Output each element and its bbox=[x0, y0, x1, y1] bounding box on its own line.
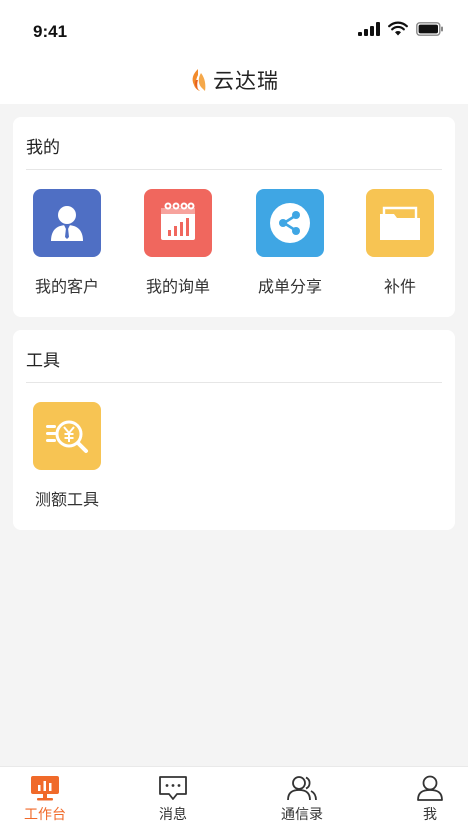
tile-label: 补件 bbox=[383, 277, 416, 296]
inquiry-chart-icon bbox=[144, 189, 212, 257]
message-icon bbox=[159, 776, 187, 800]
section-title: 我的 bbox=[26, 138, 60, 158]
share-icon bbox=[256, 189, 324, 257]
cellular-signal-icon bbox=[358, 21, 380, 36]
app-name: 云达瑞 bbox=[213, 69, 279, 93]
tile-label: 测额工具 bbox=[34, 490, 99, 509]
my-customers-button[interactable]: 我的客户 bbox=[22, 189, 112, 297]
flame-logo-icon bbox=[192, 69, 206, 91]
tab-label: 我 bbox=[423, 807, 437, 823]
tab-me[interactable]: 我 bbox=[385, 775, 468, 824]
status-time: 9:41 bbox=[33, 22, 68, 41]
mine-section: 我的 我的客户 我的询单 成单分享 补件 bbox=[13, 117, 455, 317]
status-bar: 9:41 bbox=[0, 0, 468, 56]
credit-check-icon bbox=[33, 402, 101, 470]
deal-share-button[interactable]: 成单分享 bbox=[245, 189, 335, 297]
folder-icon bbox=[366, 189, 434, 257]
my-inquiries-button[interactable]: 我的询单 bbox=[133, 189, 223, 297]
wifi-icon bbox=[388, 21, 408, 36]
workbench-icon bbox=[31, 776, 59, 801]
tile-label: 我的客户 bbox=[34, 277, 99, 296]
brand: 云达瑞 bbox=[189, 65, 279, 95]
tab-bar: 工作台 消息 通信录 我 bbox=[0, 766, 468, 832]
battery-icon bbox=[416, 21, 443, 36]
customer-icon bbox=[33, 189, 101, 257]
supplement-button[interactable]: 补件 bbox=[355, 189, 445, 297]
section-divider bbox=[26, 382, 442, 383]
tab-label: 工作台 bbox=[24, 807, 66, 823]
tab-contacts[interactable]: 通信录 bbox=[257, 775, 347, 824]
section-title: 工具 bbox=[26, 351, 60, 371]
tools-section: 工具 测额工具 bbox=[13, 330, 455, 530]
tab-label: 通信录 bbox=[281, 807, 323, 823]
credit-estimate-tool-button[interactable]: 测额工具 bbox=[22, 402, 112, 510]
section-divider bbox=[26, 169, 442, 170]
profile-icon bbox=[417, 775, 443, 801]
status-icons bbox=[358, 21, 444, 36]
tab-workbench[interactable]: 工作台 bbox=[0, 775, 90, 824]
tile-label: 成单分享 bbox=[257, 277, 322, 296]
tab-messages[interactable]: 消息 bbox=[128, 775, 218, 824]
contacts-icon bbox=[287, 776, 317, 801]
tile-label: 我的询单 bbox=[145, 277, 210, 296]
header: 云达瑞 bbox=[0, 56, 468, 104]
tab-label: 消息 bbox=[159, 807, 187, 823]
